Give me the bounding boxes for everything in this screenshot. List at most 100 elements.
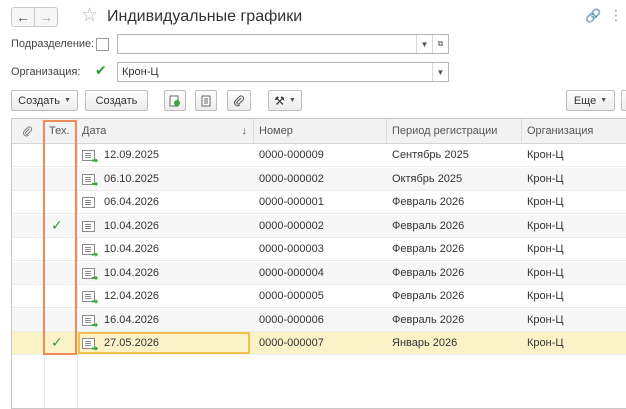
organization-cell: Крон-Ц <box>527 313 564 326</box>
column-header-date-label: Дата <box>82 125 107 137</box>
date-cell: 27.05.2026 <box>104 337 160 349</box>
period-cell: Февраль 2026 <box>392 266 465 279</box>
column-header-tech[interactable]: Тех. <box>44 119 77 144</box>
tech-check-icon: ✓ <box>51 216 63 233</box>
date-cell: 06.10.2025 <box>104 172 160 185</box>
number-cell: 0000-000006 <box>259 313 324 326</box>
table-row[interactable]: 06.04.2026 0000-000001 Февраль 2026 Крон-Ц <box>12 191 626 214</box>
number-cell: 0000-000003 <box>259 243 324 255</box>
column-header-organization[interactable]: Организация <box>522 119 626 144</box>
more-button-label: Еще <box>573 94 597 107</box>
open-icon[interactable]: ⧉ <box>432 35 448 53</box>
create-dropdown-button[interactable]: Создать ▼ <box>11 90 78 111</box>
create-button[interactable]: Создать <box>85 90 148 111</box>
table-header: Тех. Дата ↓ Номер Период регистрации Орг… <box>12 119 626 144</box>
posted-document-icon <box>82 314 95 326</box>
chevron-down-icon: ▼ <box>288 97 296 104</box>
period-cell: Февраль 2026 <box>392 243 465 255</box>
organization-cell: Крон-Ц <box>527 243 564 255</box>
organization-cell: Крон-Ц <box>527 266 564 279</box>
posted-document-icon <box>82 267 95 279</box>
period-cell: Октябрь 2025 <box>392 172 463 185</box>
organization-cell: Крон-Ц <box>527 290 564 302</box>
number-cell: 0000-000002 <box>259 219 324 232</box>
create-button-label: Создать <box>95 94 138 107</box>
tools-dropdown-button[interactable]: ⚒ ▼ <box>268 90 302 111</box>
table-row[interactable]: ✓ 27.05.2026 0000-000007 Январь 2026 Крон-Ц <box>12 332 626 355</box>
organization-checkbox[interactable]: ✔ <box>95 63 107 77</box>
period-cell: Февраль 2026 <box>392 196 465 208</box>
organization-cell: Крон-Ц <box>527 219 564 232</box>
more-button[interactable]: Еще ▼ <box>566 90 615 111</box>
organization-value: Крон-Ц <box>122 66 159 78</box>
department-label: Подразделение: <box>11 38 95 50</box>
create-dropdown-label: Создать <box>18 94 60 107</box>
title-bar: ← → ☆ Индивидуальные графики 🔗 ⋮ <box>0 0 626 34</box>
period-cell: Февраль 2026 <box>392 313 465 326</box>
date-cell: 10.04.2026 <box>104 243 160 255</box>
forward-button[interactable]: → <box>34 7 58 27</box>
organization-cell: Крон-Ц <box>527 337 564 349</box>
sort-desc-icon: ↓ <box>241 125 248 137</box>
organization-field[interactable]: Крон-Ц ▼ <box>117 62 449 82</box>
number-cell: 0000-000004 <box>259 266 324 279</box>
list-icon <box>201 95 211 106</box>
period-cell: Январь 2026 <box>392 337 458 349</box>
organization-cell: Крон-Ц <box>527 196 564 208</box>
number-cell: 0000-000001 <box>259 196 324 208</box>
extra-button[interactable] <box>621 90 626 111</box>
posted-document-icon <box>82 291 95 302</box>
link-icon[interactable]: 🔗 <box>585 8 601 24</box>
number-cell: 0000-000007 <box>259 337 324 349</box>
chevron-down-icon: ▼ <box>63 97 71 104</box>
chevron-down-icon: ▼ <box>600 97 608 104</box>
tech-check-icon: ✓ <box>51 334 63 350</box>
document-icon <box>82 197 95 208</box>
more-vertical-icon[interactable]: ⋮ <box>609 7 623 24</box>
dropdown-arrow-icon[interactable]: ▼ <box>432 63 448 81</box>
document-refresh-icon <box>169 95 180 106</box>
table-row[interactable]: 16.04.2026 0000-000006 Февраль 2026 Крон-Ц <box>12 308 626 332</box>
department-checkbox[interactable] <box>96 38 109 51</box>
favorite-star-icon[interactable]: ☆ <box>81 5 98 27</box>
organization-cell: Крон-Ц <box>527 149 564 161</box>
document-icon <box>82 220 95 232</box>
back-button[interactable]: ← <box>11 7 35 27</box>
posted-document-icon <box>82 150 95 161</box>
column-header-date[interactable]: Дата ↓ <box>77 119 254 144</box>
tools-icon: ⚒ <box>274 93 285 108</box>
period-cell: Сентябрь 2025 <box>392 149 469 161</box>
attach-button[interactable] <box>227 90 251 111</box>
table-row[interactable]: 12.04.2026 0000-000005 Февраль 2026 Крон-Ц <box>12 285 626 308</box>
table-row[interactable]: 12.09.2025 0000-000009 Сентябрь 2025 Крон-Ц <box>12 144 626 167</box>
period-cell: Февраль 2026 <box>392 219 465 232</box>
number-cell: 0000-000005 <box>259 290 324 302</box>
documents-table: Тех. Дата ↓ Номер Период регистрации Орг… <box>11 118 626 409</box>
column-header-period[interactable]: Период регистрации <box>387 119 522 144</box>
table-row[interactable]: 06.10.2025 0000-000002 Октябрь 2025 Крон-Ц <box>12 167 626 191</box>
organization-cell: Крон-Ц <box>527 172 564 185</box>
date-cell: 12.04.2026 <box>104 290 160 302</box>
date-cell: 10.04.2026 <box>104 266 160 279</box>
table-row[interactable]: 10.04.2026 0000-000003 Февраль 2026 Крон-Ц <box>12 238 626 261</box>
dropdown-arrow-icon[interactable]: ▼ <box>416 35 432 53</box>
paperclip-icon <box>234 95 244 106</box>
arrow-left-icon: ← <box>16 9 30 25</box>
table-row[interactable]: ✓ 10.04.2026 0000-000002 Февраль 2026 Крон-Ц <box>12 214 626 238</box>
attachment-column-header[interactable] <box>12 119 44 144</box>
posted-document-icon <box>82 338 95 349</box>
department-field[interactable]: ▼ ⧉ <box>117 34 449 54</box>
period-cell: Февраль 2026 <box>392 290 465 302</box>
date-cell: 06.04.2026 <box>104 196 160 208</box>
posted-document-icon <box>82 244 95 255</box>
number-cell: 0000-000002 <box>259 172 324 185</box>
list-button[interactable] <box>195 90 217 111</box>
paperclip-icon <box>23 126 33 137</box>
table-row[interactable]: 10.04.2026 0000-000004 Февраль 2026 Крон-Ц <box>12 261 626 285</box>
print-refresh-button[interactable] <box>164 90 186 111</box>
number-cell: 0000-000009 <box>259 149 324 161</box>
date-cell: 12.09.2025 <box>104 149 160 161</box>
date-cell: 10.04.2026 <box>104 219 160 232</box>
column-header-number[interactable]: Номер <box>254 119 387 144</box>
page-title: Индивидуальные графики <box>107 8 303 25</box>
